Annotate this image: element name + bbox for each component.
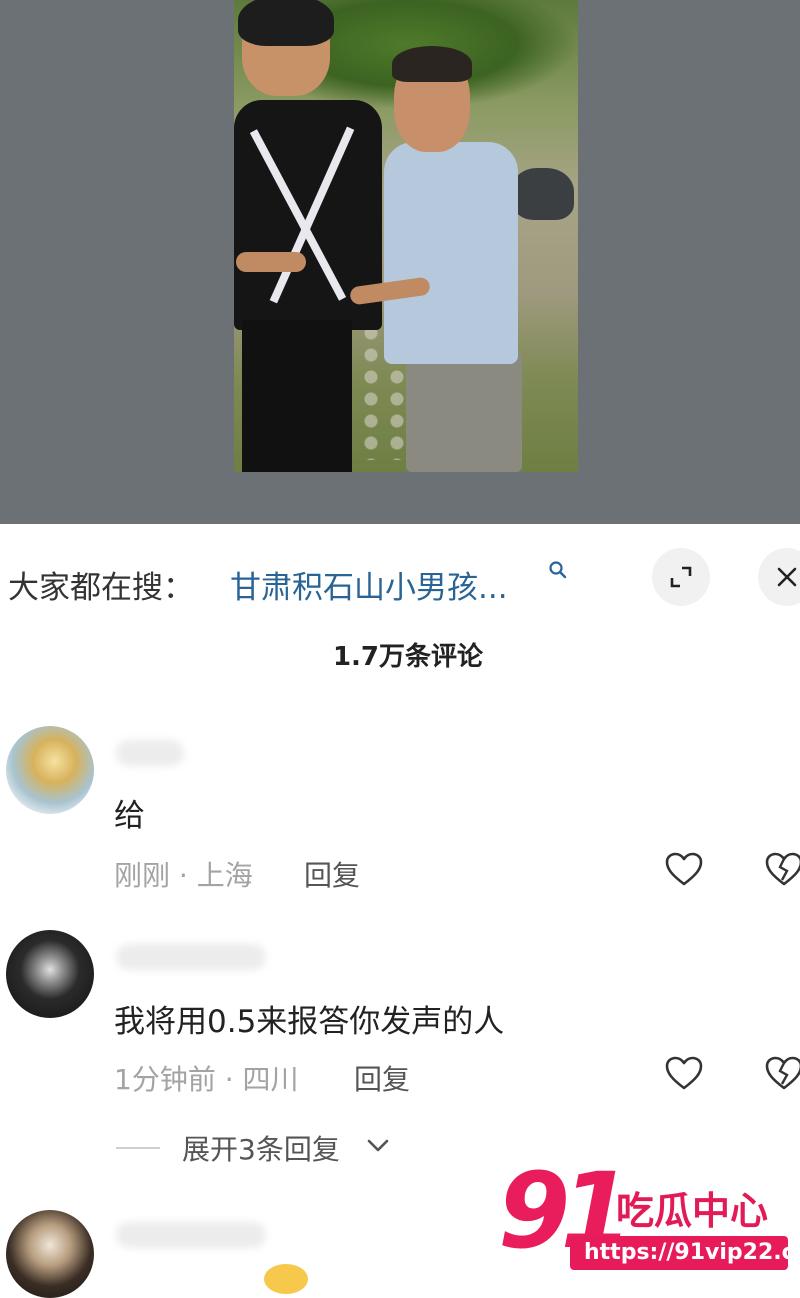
watermark: 91 吃瓜中心 https://91vip22.com xyxy=(498,1150,800,1278)
expand-button[interactable] xyxy=(652,548,710,606)
avatar[interactable] xyxy=(6,1210,94,1298)
username-blurred[interactable] xyxy=(116,740,184,766)
search-icon[interactable] xyxy=(548,560,568,580)
video-player[interactable] xyxy=(0,0,800,524)
watermark-name: 吃瓜中心 xyxy=(616,1189,769,1233)
search-prefix-label: 大家都在搜： xyxy=(8,570,194,606)
avatar[interactable] xyxy=(6,930,94,1018)
comment-meta: 刚刚 · 上海 xyxy=(114,859,253,892)
comments-count-title: 1.7万条评论 xyxy=(332,642,484,672)
heart-icon[interactable] xyxy=(664,850,704,890)
comment-text: 给 xyxy=(114,798,145,834)
close-icon xyxy=(777,567,797,587)
video-rock xyxy=(512,168,574,220)
video-boy-right-legs xyxy=(406,350,522,472)
emoji-icon xyxy=(264,1264,308,1294)
expand-replies-button[interactable]: 展开3条回复 xyxy=(182,1128,340,1168)
watermark-url: https://91vip22.com xyxy=(570,1236,800,1270)
video-frame[interactable] xyxy=(234,0,578,472)
search-suggestion-link[interactable]: 甘肃积石山小男孩... xyxy=(230,562,508,607)
expand-icon xyxy=(670,566,692,588)
avatar[interactable] xyxy=(6,726,94,814)
broken-heart-icon[interactable] xyxy=(764,850,800,890)
username-blurred[interactable] xyxy=(116,1222,266,1248)
video-boy-left-legs xyxy=(242,320,352,472)
video-arm xyxy=(236,252,306,272)
broken-heart-icon[interactable] xyxy=(764,1054,800,1094)
comment-meta: 1分钟前 · 四川 xyxy=(114,1063,299,1096)
comment-text: 我将用0.5来报答你发声的人 xyxy=(114,1004,505,1040)
reply-button[interactable]: 回复 xyxy=(304,854,360,894)
reply-button[interactable]: 回复 xyxy=(354,1058,410,1098)
username-blurred[interactable] xyxy=(116,944,266,970)
video-boy-right-body xyxy=(384,142,518,364)
video-boy-right-hair xyxy=(392,46,472,82)
video-boy-left-hair xyxy=(238,0,334,46)
expand-replies-divider xyxy=(116,1147,160,1149)
heart-icon[interactable] xyxy=(664,1054,704,1094)
chevron-down-icon[interactable] xyxy=(366,1136,390,1156)
